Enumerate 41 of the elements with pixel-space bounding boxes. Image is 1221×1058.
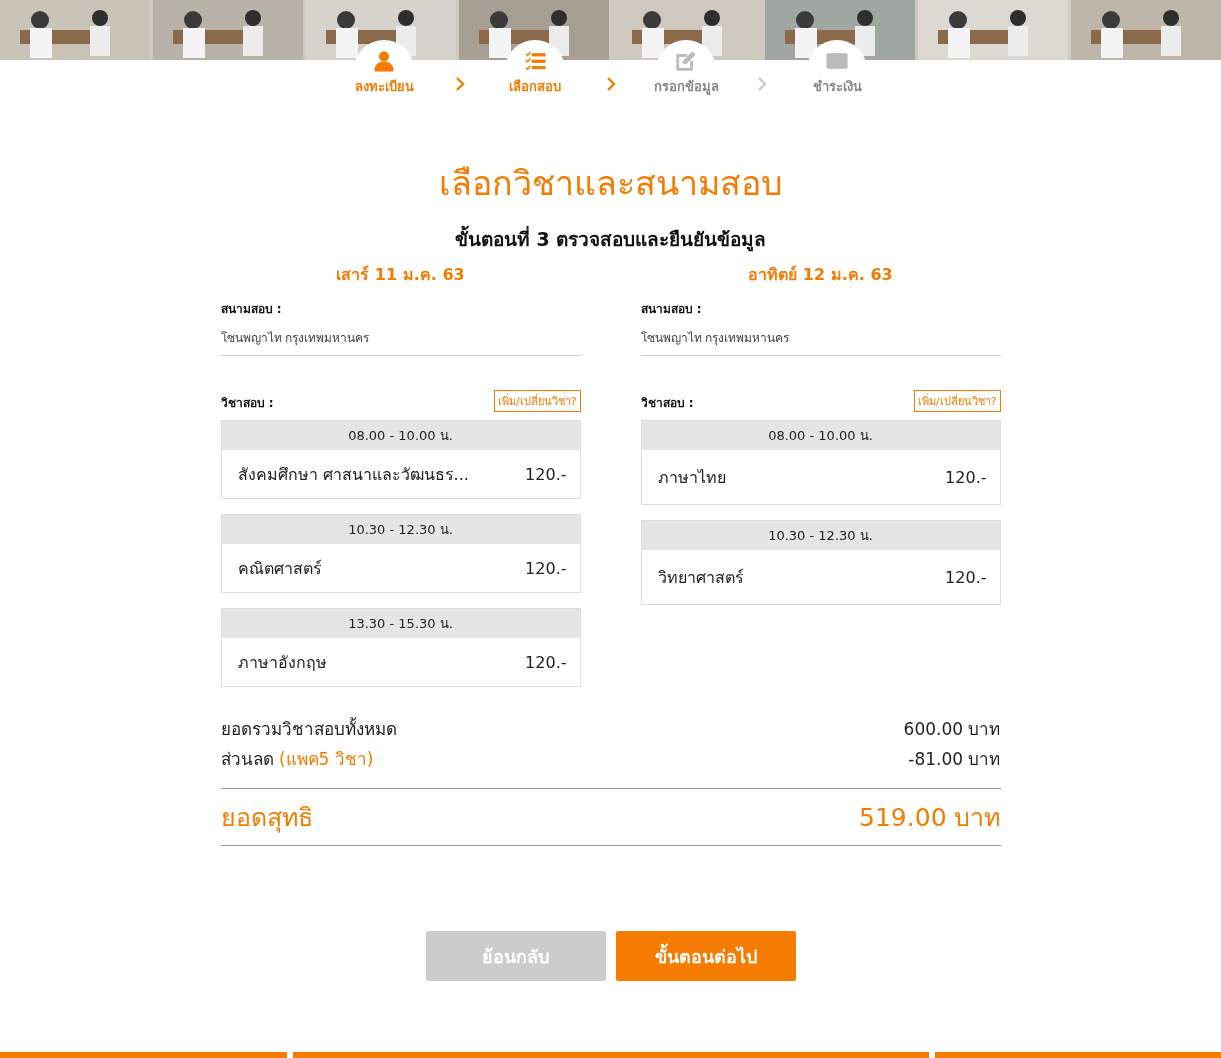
step-label[interactable]: กรอกข้อมูล: [653, 76, 719, 97]
field-label: สนามสอบ :: [220, 301, 283, 318]
subject-name: คณิตศาสตร์: [237, 557, 322, 580]
venue-field: โซนพญาไท กรุงเทพมหานคร: [640, 318, 1001, 356]
field-label: สนามสอบ :: [640, 301, 703, 318]
subject-price: 120.-: [945, 467, 987, 487]
subject-name: สังคมศึกษา ศาสนาและวัฒนธร...: [237, 463, 469, 486]
session-time: 10.30 - 12.30 น.: [221, 515, 580, 544]
step-subtitle: ขั้นตอนที่ 3 ตรวจสอบและยืนยันข้อมูล: [220, 224, 1001, 254]
chevron-icon: [605, 77, 616, 91]
summary-value: 600.00 บาท: [903, 718, 1001, 741]
chevron-icon: [454, 77, 465, 91]
field-label: วิชาสอบ :: [220, 395, 274, 412]
net-label: ยอดสุทธิ: [220, 802, 313, 835]
step-label[interactable]: ชำระเงิน: [812, 76, 862, 97]
exam-date: อาทิตย์ 12 ม.ค. 63: [747, 264, 894, 286]
next-button[interactable]: ขั้นตอนต่อไป: [615, 931, 796, 981]
chevron-icon: [756, 77, 767, 91]
step-label[interactable]: เลือกสอบ: [509, 76, 561, 97]
net-value: 519.00 บาท: [859, 802, 1001, 834]
subject-name: วิทยาศาสตร์: [657, 566, 744, 589]
session-time: 08.00 - 10.00 น.: [221, 421, 580, 450]
summary-label: ส่วนลด (แพค5 วิชา): [220, 748, 374, 771]
summary-label: ยอดรวมวิชาสอบทั้งหมด: [220, 716, 397, 741]
page-title: เลือกวิชาและสนามสอบ: [437, 162, 784, 205]
venue-field: โซนพญาไท กรุงเทพมหานคร: [220, 318, 581, 356]
step-label[interactable]: ลงทะเบียน: [354, 76, 414, 97]
session-time: 08.00 - 10.00 น.: [641, 421, 1000, 450]
subject-price: 120.-: [525, 652, 567, 672]
field-label: วิชาสอบ :: [640, 395, 694, 412]
exam-date: เสาร์ 11 ม.ค. 63: [335, 264, 466, 286]
change-subject-link[interactable]: เพิ่ม/เปลี่ยนวิชา?: [913, 390, 1001, 412]
subject-price: 120.-: [525, 464, 567, 484]
change-subject-link[interactable]: เพิ่ม/เปลี่ยนวิชา?: [493, 390, 581, 412]
subject-name: ภาษาไทย: [657, 466, 726, 489]
subject-price: 120.-: [945, 567, 987, 587]
summary-value: -81.00 บาท: [908, 748, 1001, 771]
session-time: 13.30 - 15.30 น.: [221, 609, 580, 638]
session-time: 10.30 - 12.30 น.: [641, 521, 1000, 550]
subject-price: 120.-: [525, 558, 567, 578]
subject-name: ภาษาอังกฤษ: [237, 651, 327, 674]
